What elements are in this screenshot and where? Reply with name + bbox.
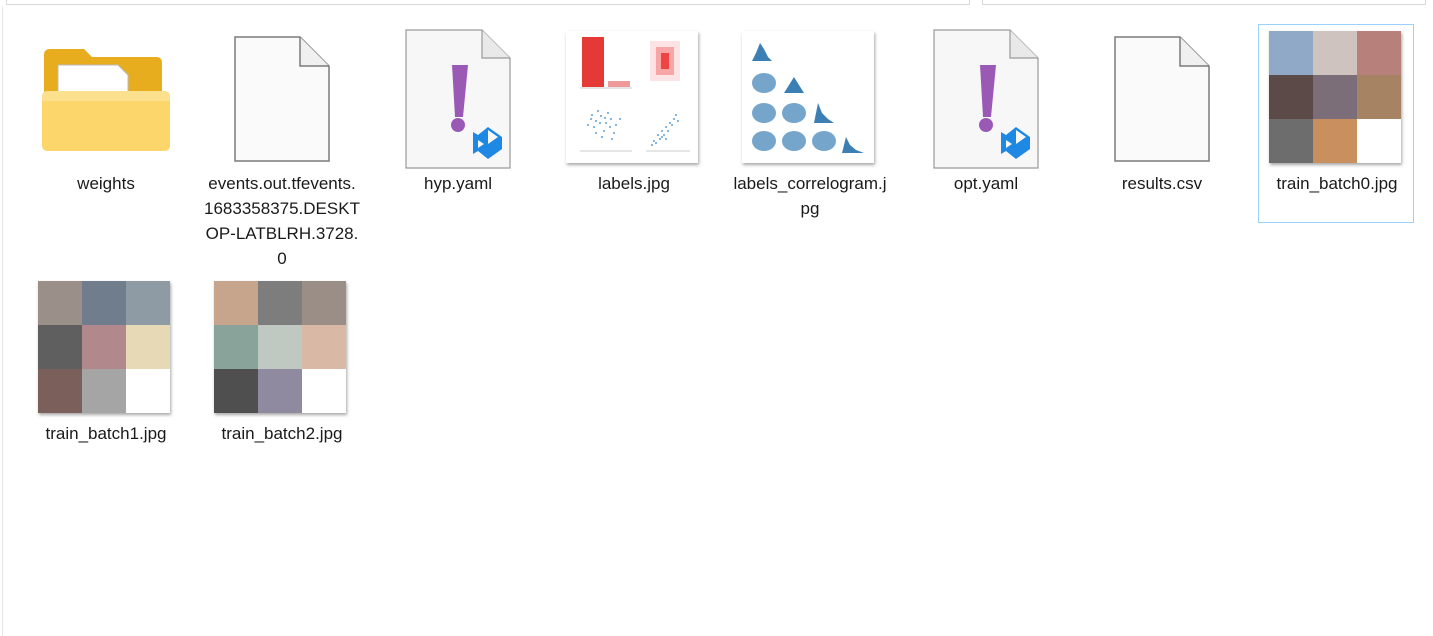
file-item-train-batch1[interactable]: train_batch1.jpg xyxy=(27,274,183,524)
batch-image-thumbnail xyxy=(1259,25,1415,175)
file-name: train_batch0.jpg xyxy=(1276,174,1398,193)
file-name: labels_correlogram.jpg xyxy=(733,174,887,218)
top-bar xyxy=(0,0,1433,6)
file-item-train-batch2[interactable]: train_batch2.jpg xyxy=(203,274,359,524)
file-name: results.csv xyxy=(1121,174,1203,193)
correlogram-image-thumbnail xyxy=(732,25,888,175)
batch-image-thumbnail xyxy=(28,275,184,425)
file-item-hyp-yaml[interactable]: hyp.yaml xyxy=(379,24,535,274)
blank-file-icon xyxy=(204,25,360,175)
file-item-results-csv[interactable]: results.csv xyxy=(1083,24,1239,274)
file-item-weights[interactable]: weights xyxy=(27,24,183,274)
file-name: weights xyxy=(77,174,135,193)
folder-icon xyxy=(28,25,184,175)
labels-image-thumbnail xyxy=(556,25,712,175)
file-name: labels.jpg xyxy=(598,174,670,193)
file-name: opt.yaml xyxy=(953,174,1019,193)
pane-divider xyxy=(2,6,3,636)
file-item-labels-correlogram[interactable]: labels_correlogram.jpg xyxy=(731,24,887,274)
file-item-train-batch0[interactable]: train_batch0.jpg xyxy=(1258,24,1414,223)
yaml-vscode-icon xyxy=(380,25,536,175)
file-name: hyp.yaml xyxy=(423,174,493,193)
file-name: events.out.tfevents.1683358375.DESKTOP-L… xyxy=(204,174,360,268)
search-box[interactable] xyxy=(982,0,1426,5)
batch-image-thumbnail xyxy=(204,275,360,425)
file-item-opt-yaml[interactable]: opt.yaml xyxy=(907,24,1063,274)
address-bar[interactable] xyxy=(6,0,970,5)
file-item-labels-jpg[interactable]: labels.jpg xyxy=(555,24,711,274)
file-name: train_batch1.jpg xyxy=(45,424,167,443)
file-name: train_batch2.jpg xyxy=(221,424,343,443)
file-item-events[interactable]: events.out.tfevents.1683358375.DESKTOP-L… xyxy=(203,24,360,274)
blank-file-icon xyxy=(1084,25,1240,175)
yaml-vscode-icon xyxy=(908,25,1064,175)
